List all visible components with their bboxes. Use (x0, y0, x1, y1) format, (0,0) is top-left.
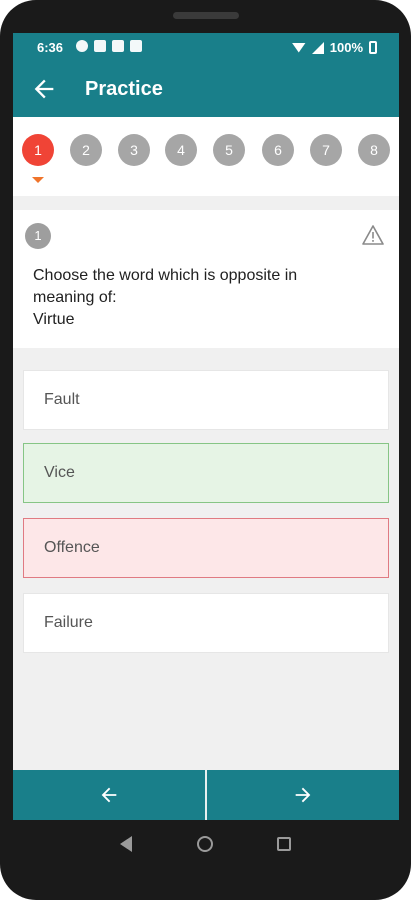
battery-icon (369, 41, 377, 54)
arrow-left-icon[interactable] (30, 75, 58, 103)
notification-icon (130, 40, 142, 52)
arrow-left-icon (101, 787, 117, 803)
question-bubble-5[interactable]: 5 (213, 134, 245, 166)
question-bubble-2[interactable]: 2 (70, 134, 102, 166)
previous-button[interactable] (13, 770, 205, 820)
answer-option-fault[interactable]: Fault (23, 370, 389, 430)
answer-option-failure[interactable]: Failure (23, 593, 389, 653)
signal-icon (311, 41, 324, 54)
system-back-icon[interactable] (120, 836, 132, 852)
arrow-right-icon (295, 787, 311, 803)
question-text: Choose the word which is opposite in mea… (33, 265, 373, 331)
question-bubble-7[interactable]: 7 (310, 134, 342, 166)
system-recents-icon[interactable] (277, 837, 291, 851)
status-right: 100% (291, 40, 377, 55)
status-time: 6:36 (37, 40, 64, 55)
question-card: 1 Choose the word which is opposite in m… (13, 210, 399, 348)
battery-percent: 100% (329, 40, 363, 55)
notification-icon (94, 40, 106, 52)
wifi-icon (291, 42, 306, 53)
app-screen: 6:36 100% Practice 1 2 3 4 5 6 7 8 1 Cho… (13, 33, 399, 820)
notification-icon (112, 40, 124, 52)
phone-speaker (173, 12, 239, 19)
next-button[interactable] (207, 770, 399, 820)
question-bubble-3[interactable]: 3 (118, 134, 150, 166)
question-navigator: 1 2 3 4 5 6 7 8 (13, 117, 399, 196)
notification-icon (76, 40, 88, 52)
page-title: Practice (85, 78, 163, 100)
notification-icons (76, 40, 142, 52)
answer-option-vice[interactable]: Vice (23, 443, 389, 503)
app-bar: Practice (13, 61, 399, 117)
question-bubble-6[interactable]: 6 (262, 134, 294, 166)
system-home-icon[interactable] (197, 836, 213, 852)
question-number: 1 (25, 223, 51, 249)
question-bubble-1[interactable]: 1 (22, 134, 54, 166)
answer-option-offence[interactable]: Offence (23, 518, 389, 578)
phone-frame: 6:36 100% Practice 1 2 3 4 5 6 7 8 1 Cho… (0, 0, 411, 900)
status-bar: 6:36 100% (13, 33, 399, 61)
question-bubble-8[interactable]: 8 (358, 134, 390, 166)
active-question-indicator (32, 177, 44, 183)
system-navigation-bar (0, 820, 411, 870)
warning-icon[interactable] (361, 224, 385, 246)
question-text-content: Choose the word which is opposite in mea… (33, 267, 298, 328)
bottom-navigation (13, 770, 399, 820)
question-bubble-4[interactable]: 4 (165, 134, 197, 166)
